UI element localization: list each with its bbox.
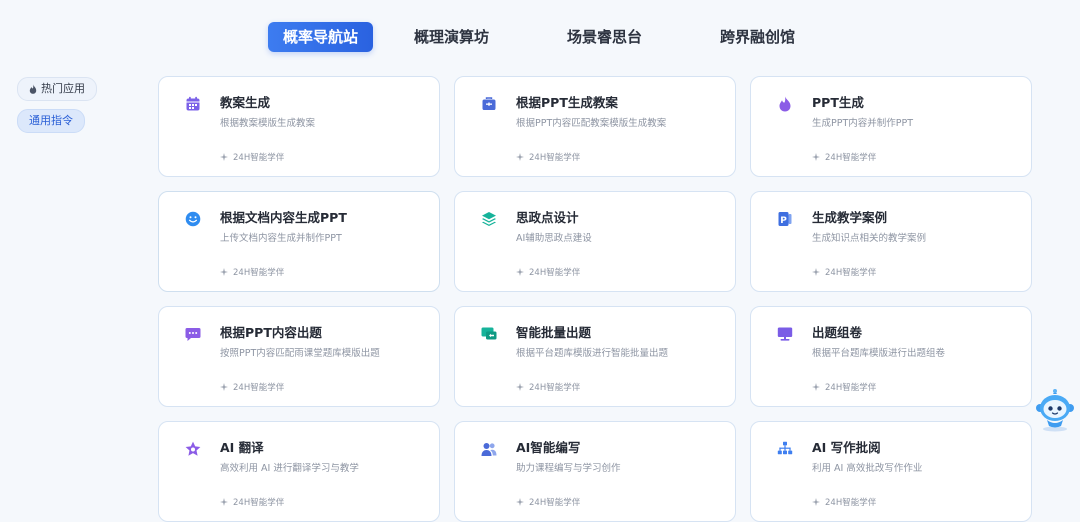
- tab-crossover[interactable]: 跨界融创馆: [707, 22, 808, 52]
- card-title: 根据文档内容生成PPT: [220, 210, 347, 225]
- app-card[interactable]: 出题组卷 根据平台题库模版进行出题组卷 24H智能学伴: [750, 306, 1032, 407]
- hot-apps-label: 热门应用: [41, 82, 85, 95]
- card-meta: 24H智能学伴: [812, 496, 876, 508]
- sparkle-icon: [812, 153, 820, 161]
- card-desc: 根据PPT内容匹配教案模版生成教案: [516, 118, 667, 129]
- sparkle-icon: [812, 268, 820, 276]
- card-desc: 上传文档内容生成并制作PPT: [220, 233, 342, 244]
- card-desc: 根据平台题库模版进行出题组卷: [812, 348, 946, 359]
- card-title: 教案生成: [220, 95, 271, 110]
- app-card[interactable]: AI 写作批阅 利用 AI 高效批改写作作业 24H智能学伴: [750, 421, 1032, 522]
- tab-theory-calc[interactable]: 概理演算坊: [401, 22, 502, 52]
- card-desc: 按照PPT内容匹配雨课堂题库模版出题: [220, 348, 380, 359]
- card-desc: 助力课程编写与学习创作: [516, 463, 621, 474]
- sparkle-icon: [516, 153, 524, 161]
- app-card[interactable]: 教案生成 根据教案模版生成教案 24H智能学伴: [158, 76, 440, 177]
- app-card[interactable]: 根据文档内容生成PPT 上传文档内容生成并制作PPT 24H智能学伴: [158, 191, 440, 292]
- app-card[interactable]: 根据PPT生成教案 根据PPT内容匹配教案模版生成教案 24H智能学伴: [454, 76, 736, 177]
- calendar-icon: [186, 96, 200, 111]
- card-desc: 根据平台题库模版进行智能批量出题: [516, 348, 669, 359]
- card-title: 生成教学案例: [812, 210, 888, 225]
- card-title: PPT生成: [812, 95, 864, 110]
- sparkle-icon: [220, 268, 228, 276]
- app-card[interactable]: 根据PPT内容出题 按照PPT内容匹配雨课堂题库模版出题 24H智能学伴: [158, 306, 440, 407]
- card-meta: 24H智能学伴: [516, 381, 580, 393]
- card-desc: 根据教案模版生成教案: [220, 118, 316, 129]
- card-title: 根据PPT内容出题: [220, 325, 322, 340]
- sparkle-icon: [220, 153, 228, 161]
- monitor-icon: [777, 327, 793, 341]
- card-meta: 24H智能学伴: [516, 266, 580, 278]
- app-card[interactable]: 思政点设计 AI辅助思政点建设 24H智能学伴: [454, 191, 736, 292]
- general-commands-tag[interactable]: 通用指令: [17, 109, 85, 133]
- card-title: AI 翻译: [220, 440, 264, 455]
- card-title: 思政点设计: [516, 210, 579, 225]
- briefcase-icon: [482, 97, 496, 110]
- top-nav: 概率导航站 概理演算坊 场景睿思台 跨界融创馆: [268, 22, 808, 52]
- card-title: 出题组卷: [812, 325, 863, 340]
- app-card[interactable]: AI智能编写 助力课程编写与学习创作 24H智能学伴: [454, 421, 736, 522]
- card-meta: 24H智能学伴: [516, 151, 580, 163]
- sparkle-icon: [220, 383, 228, 391]
- smile-icon: [185, 211, 201, 227]
- app-card[interactable]: PPT生成 生成PPT内容并制作PPT 24H智能学伴: [750, 76, 1032, 177]
- users-icon: [481, 443, 497, 456]
- sparkle-icon: [516, 383, 524, 391]
- card-desc: 高效利用 AI 进行翻译学习与教学: [220, 463, 359, 474]
- chat-icon: [185, 328, 201, 341]
- card-title: AI 写作批阅: [812, 440, 881, 455]
- hot-apps-tag[interactable]: 热门应用: [17, 77, 97, 101]
- tab-probability-nav[interactable]: 概率导航站: [268, 22, 374, 52]
- ppt-file-icon: P: [778, 212, 792, 226]
- robot-assistant-icon[interactable]: [1034, 388, 1076, 432]
- card-meta: 24H智能学伴: [220, 266, 284, 278]
- sparkle-icon: [812, 498, 820, 506]
- layers-icon: [482, 212, 496, 226]
- card-desc: 生成PPT内容并制作PPT: [812, 118, 914, 129]
- card-title: 智能批量出题: [516, 325, 592, 340]
- app-card[interactable]: 智能批量出题 根据平台题库模版进行智能批量出题 24H智能学伴: [454, 306, 736, 407]
- card-meta: 24H智能学伴: [220, 151, 284, 163]
- card-meta: 24H智能学伴: [812, 266, 876, 278]
- tab-scenario[interactable]: 场景睿思台: [554, 22, 655, 52]
- card-desc: 生成知识点相关的教学案例: [812, 233, 927, 244]
- sparkle-icon: [220, 498, 228, 506]
- reply-icon: [481, 327, 497, 340]
- app-card[interactable]: AI 翻译 高效利用 AI 进行翻译学习与教学 24H智能学伴: [158, 421, 440, 522]
- sparkle-icon: [516, 268, 524, 276]
- card-desc: 利用 AI 高效批改写作作业: [812, 463, 923, 474]
- general-commands-label: 通用指令: [29, 114, 73, 127]
- flame-icon: [29, 84, 37, 94]
- card-meta: 24H智能学伴: [220, 496, 284, 508]
- card-meta: 24H智能学伴: [516, 496, 580, 508]
- sparkle-icon: [812, 383, 820, 391]
- svg-text:P: P: [780, 216, 787, 226]
- card-desc: AI辅助思政点建设: [516, 233, 592, 244]
- card-meta: 24H智能学伴: [812, 381, 876, 393]
- flame-icon: [779, 96, 791, 112]
- card-meta: 24H智能学伴: [812, 151, 876, 163]
- card-title: 根据PPT生成教案: [516, 95, 618, 110]
- sitemap-icon: [777, 441, 793, 455]
- card-meta: 24H智能学伴: [220, 381, 284, 393]
- app-card[interactable]: P 生成教学案例 生成知识点相关的教学案例 24H智能学伴: [750, 191, 1032, 292]
- card-title: AI智能编写: [516, 440, 581, 455]
- sparkle-icon: [516, 498, 524, 506]
- star-icon: [185, 441, 201, 456]
